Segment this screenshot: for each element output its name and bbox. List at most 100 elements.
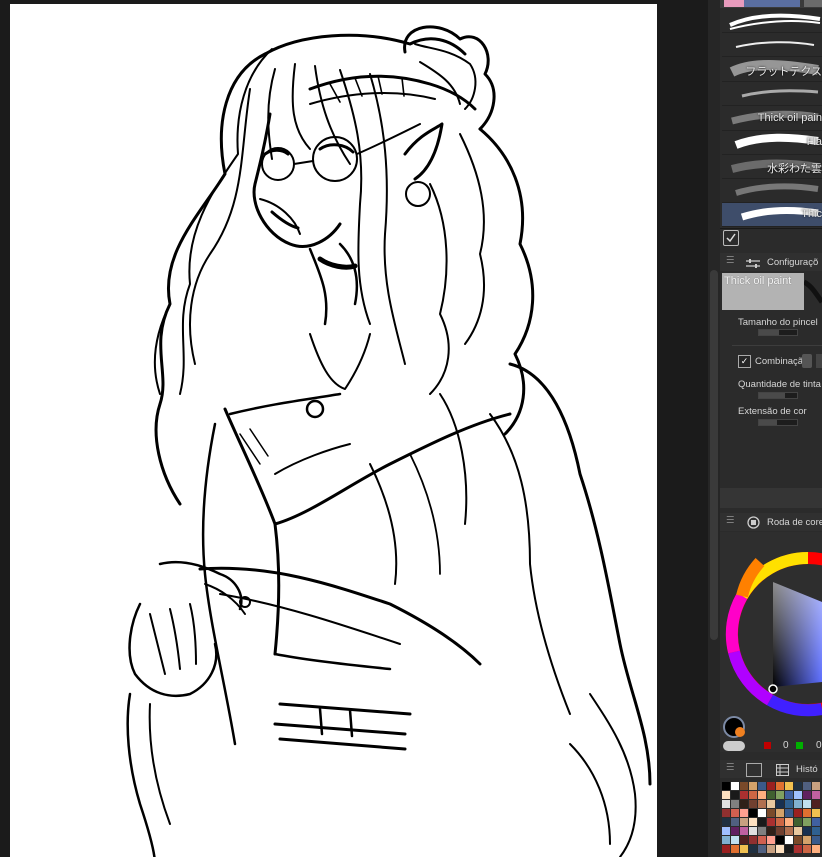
palette-swatch[interactable]	[722, 827, 730, 835]
palette-swatch[interactable]	[731, 818, 739, 826]
color-swap-icon[interactable]	[723, 741, 745, 751]
palette-swatch[interactable]	[803, 818, 811, 826]
blend-mode-icon-2[interactable]	[816, 354, 822, 368]
brush-panel-tabs[interactable]	[720, 0, 822, 8]
palette-swatch[interactable]	[794, 809, 802, 817]
brush-item[interactable]	[722, 9, 822, 33]
palette-swatch[interactable]	[794, 836, 802, 844]
palette-swatch[interactable]	[722, 845, 730, 853]
palette-swatch[interactable]	[722, 809, 730, 817]
palette-swatch[interactable]	[803, 836, 811, 844]
palette-swatch[interactable]	[758, 809, 766, 817]
drawing-canvas[interactable]	[10, 4, 657, 857]
palette-swatch[interactable]	[776, 791, 784, 799]
palette-swatch[interactable]	[722, 791, 730, 799]
palette-swatch[interactable]	[758, 800, 766, 808]
palette-swatch[interactable]	[722, 782, 730, 790]
palette-swatch[interactable]	[749, 791, 757, 799]
palette-swatch[interactable]	[785, 845, 793, 853]
palette-swatch[interactable]	[776, 827, 784, 835]
palette-swatch[interactable]	[785, 800, 793, 808]
palette-swatch[interactable]	[749, 818, 757, 826]
palette-swatch[interactable]	[722, 836, 730, 844]
brush-item[interactable]: Fla	[722, 131, 822, 155]
palette-swatch[interactable]	[776, 782, 784, 790]
palette-swatch[interactable]	[803, 827, 811, 835]
palette-swatch[interactable]	[794, 827, 802, 835]
brush-item[interactable]	[722, 82, 822, 106]
palette-swatch[interactable]	[803, 845, 811, 853]
palette-swatch[interactable]	[767, 836, 775, 844]
palette-swatch[interactable]	[731, 809, 739, 817]
palette-swatch[interactable]	[722, 800, 730, 808]
palette-swatch[interactable]	[812, 845, 820, 853]
palette-swatch[interactable]	[767, 809, 775, 817]
palette-swatch[interactable]	[776, 800, 784, 808]
palette-swatch[interactable]	[758, 845, 766, 853]
palette-swatch[interactable]	[731, 845, 739, 853]
blend-mode-icon[interactable]	[802, 354, 812, 368]
brush-item[interactable]: フラットテクス	[722, 58, 822, 82]
palette-swatch[interactable]	[812, 836, 820, 844]
brush-item[interactable]: Thick oil pain	[722, 107, 822, 131]
palette-swatch[interactable]	[767, 827, 775, 835]
palette-swatch[interactable]	[776, 809, 784, 817]
palette-swatch[interactable]	[767, 845, 775, 853]
palette-swatch[interactable]	[731, 782, 739, 790]
palette-swatch[interactable]	[785, 836, 793, 844]
palette-swatch[interactable]	[803, 791, 811, 799]
palette-swatch[interactable]	[767, 791, 775, 799]
canvas-vertical-scrollbar[interactable]	[708, 0, 720, 857]
color-stretch-slider[interactable]	[758, 419, 798, 426]
palette-swatch[interactable]	[812, 827, 820, 835]
palette-swatch[interactable]	[758, 818, 766, 826]
brush-item[interactable]	[722, 179, 822, 203]
history-tab-label[interactable]: Histó	[796, 764, 818, 775]
palette-swatch[interactable]	[740, 782, 748, 790]
palette-swatch[interactable]	[731, 791, 739, 799]
palette-swatch[interactable]	[740, 800, 748, 808]
palette-swatch[interactable]	[812, 791, 820, 799]
blend-checkbox[interactable]: ✓	[738, 355, 751, 368]
palette-swatch[interactable]	[785, 818, 793, 826]
color-palette[interactable]	[720, 778, 822, 857]
palette-swatch[interactable]	[740, 818, 748, 826]
brush-tab-active[interactable]	[724, 0, 800, 7]
brush-item[interactable]	[722, 33, 822, 57]
palette-swatch[interactable]	[749, 800, 757, 808]
brush-item[interactable]: Thic	[722, 203, 822, 227]
palette-swatch[interactable]	[812, 809, 820, 817]
palette-swatch[interactable]	[749, 782, 757, 790]
palette-swatch[interactable]	[740, 827, 748, 835]
palette-swatch[interactable]	[785, 809, 793, 817]
palette-swatch[interactable]	[758, 791, 766, 799]
palette-swatch[interactable]	[758, 836, 766, 844]
checkbox-icon[interactable]	[723, 230, 739, 246]
palette-swatch[interactable]	[731, 800, 739, 808]
palette-swatch[interactable]	[740, 836, 748, 844]
palette-swatch[interactable]	[794, 791, 802, 799]
palette-swatch[interactable]	[767, 818, 775, 826]
canvas-area[interactable]	[0, 0, 708, 857]
palette-swatch[interactable]	[767, 782, 775, 790]
palette-swatch[interactable]	[794, 800, 802, 808]
paint-amount-slider[interactable]	[758, 392, 798, 399]
palette-swatch[interactable]	[740, 845, 748, 853]
palette-swatch[interactable]	[812, 782, 820, 790]
palette-swatch[interactable]	[749, 845, 757, 853]
palette-swatch[interactable]	[794, 845, 802, 853]
brush-size-slider[interactable]	[758, 329, 798, 336]
color-set-tab-icon[interactable]	[746, 763, 762, 777]
palette-swatch[interactable]	[812, 818, 820, 826]
panel-menu-icon[interactable]: ☰	[726, 515, 735, 526]
palette-swatch[interactable]	[767, 800, 775, 808]
palette-swatch[interactable]	[776, 845, 784, 853]
palette-swatch[interactable]	[803, 809, 811, 817]
scrollbar-thumb[interactable]	[710, 270, 718, 640]
palette-swatch[interactable]	[749, 809, 757, 817]
panel-menu-icon[interactable]: ☰	[726, 255, 735, 266]
sub-color-chip[interactable]	[735, 727, 745, 737]
brush-tab[interactable]	[804, 0, 822, 7]
brush-item[interactable]: 水彩わた雲	[722, 155, 822, 179]
palette-swatch[interactable]	[785, 782, 793, 790]
